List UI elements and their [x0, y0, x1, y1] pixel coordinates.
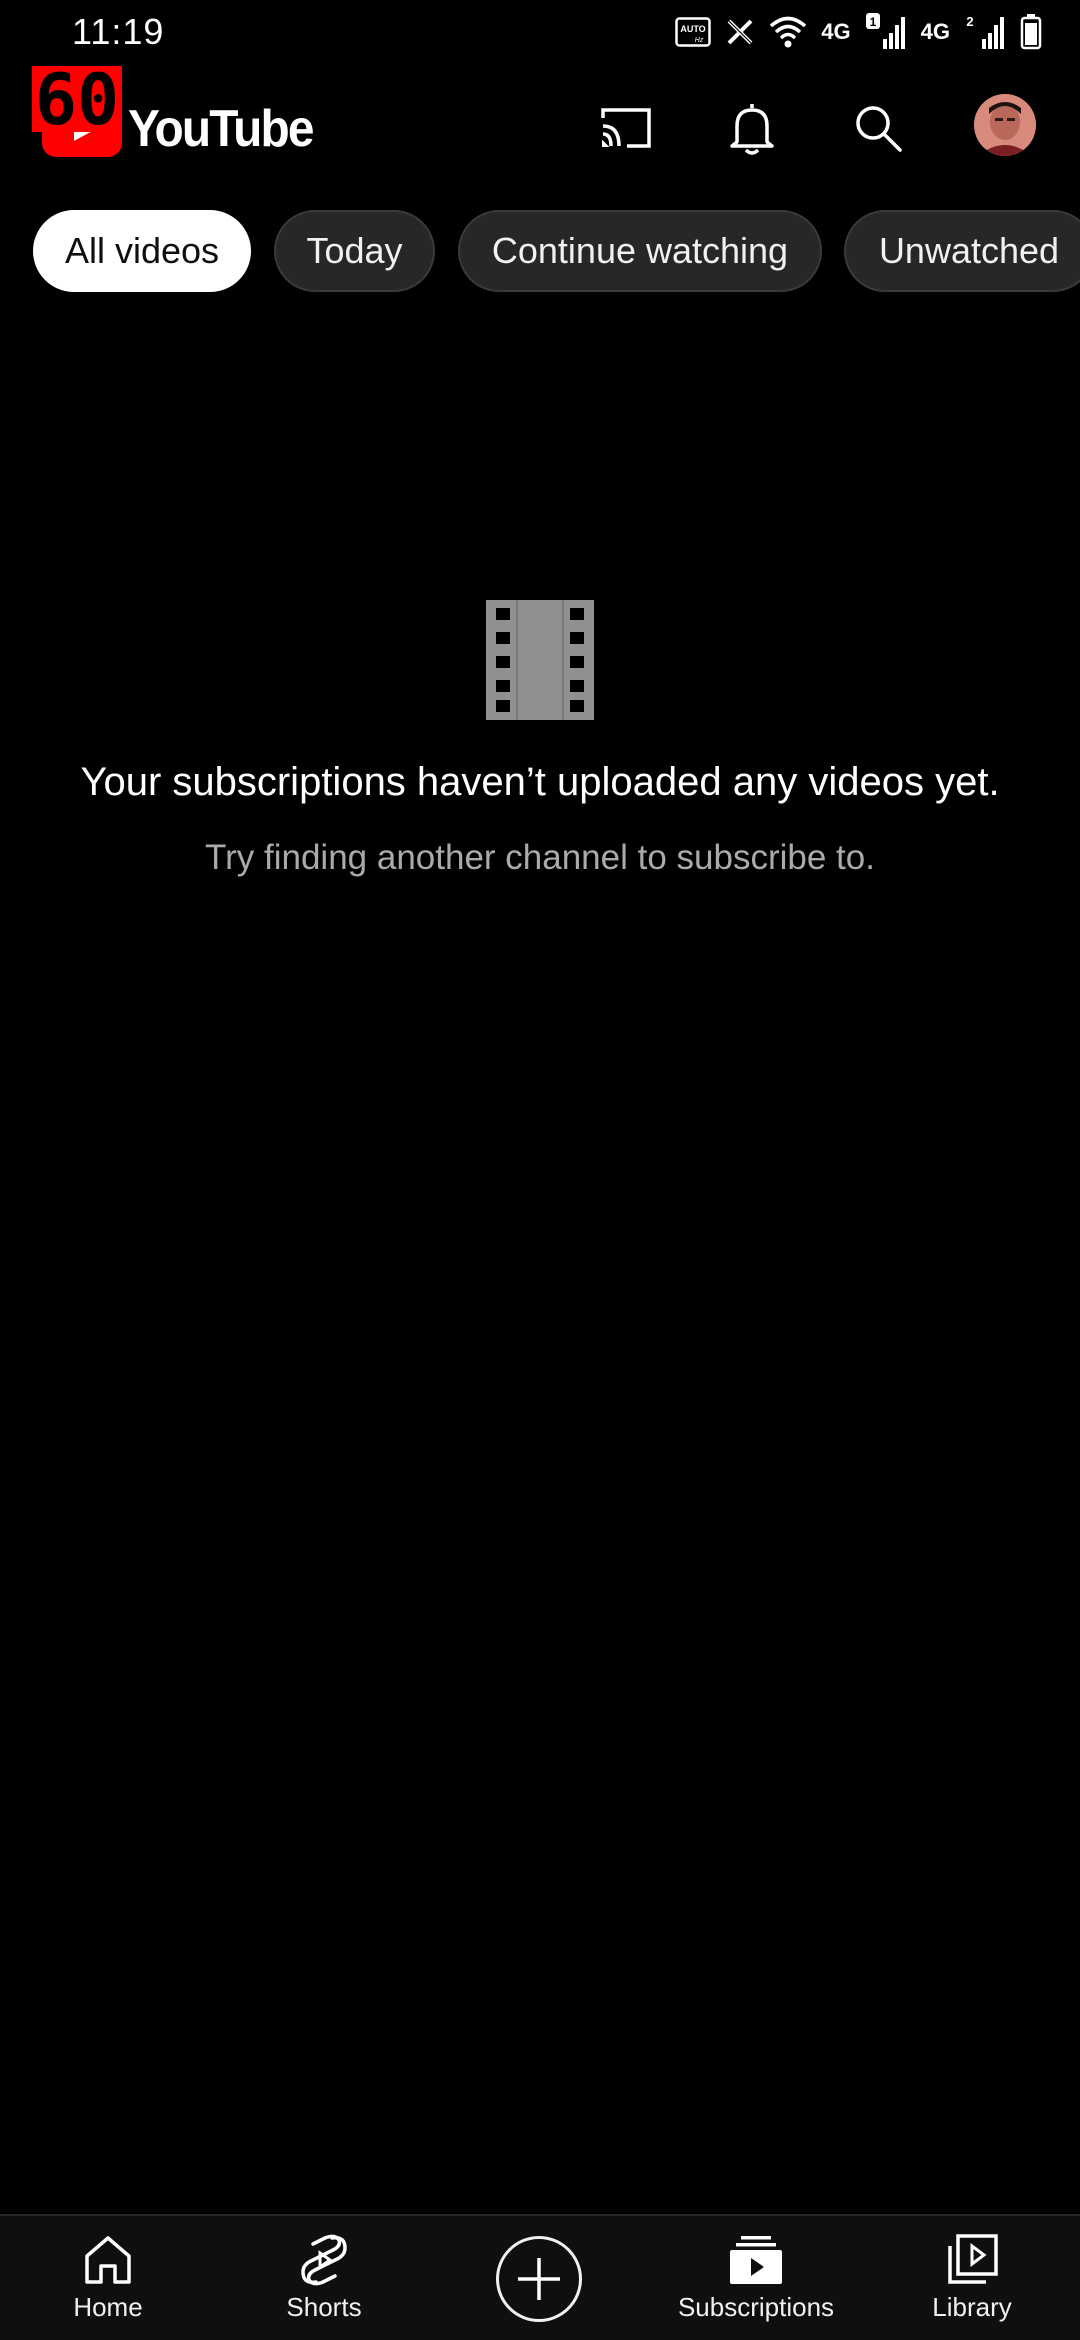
nav-home-label: Home — [73, 2292, 143, 2322]
search-icon — [856, 106, 902, 152]
filter-chips: All videos Today Continue watching Unwat… — [0, 210, 1080, 294]
nav-library-label: Library — [932, 2292, 1012, 2322]
nav-subscriptions[interactable]: Subscriptions — [666, 2234, 846, 2340]
account-avatar[interactable] — [974, 94, 1036, 156]
bell-icon — [730, 104, 774, 155]
app-header: YouTube — [0, 80, 1080, 176]
chip-today[interactable]: Today — [274, 210, 435, 292]
nav-library[interactable]: Library — [914, 2234, 1030, 2340]
subscriptions-icon — [730, 2236, 782, 2284]
signal-sim1-icon: 1 — [865, 13, 905, 49]
chip-all-videos[interactable]: All videos — [33, 210, 251, 292]
network-type-2: 4G — [920, 19, 950, 44]
notifications-button[interactable] — [720, 96, 784, 160]
bottom-navigation: Home Shorts Subscriptions Library — [0, 2214, 1080, 2340]
wifi-icon — [770, 16, 807, 48]
search-button[interactable] — [846, 96, 910, 160]
film-icon — [486, 600, 594, 720]
cast-icon — [601, 108, 651, 148]
svg-text:AUTO: AUTO — [681, 24, 706, 34]
nav-shorts[interactable]: Shorts — [266, 2234, 382, 2340]
svg-text:60: 60 — [35, 66, 119, 132]
nav-subscriptions-label: Subscriptions — [677, 2292, 835, 2322]
svg-text:2: 2 — [966, 14, 973, 29]
status-bar: 11:19 AUTO Hz 4G 1 4G 2 — [0, 0, 1080, 66]
empty-state-subtitle: Try finding another channel to subscribe… — [205, 838, 875, 877]
overlay-60-badge-icon: 60 — [32, 66, 122, 132]
create-button[interactable] — [496, 2236, 582, 2322]
chip-continue-watching[interactable]: Continue watching — [458, 210, 822, 292]
create-icon — [518, 2258, 560, 2300]
shorts-icon — [301, 2234, 347, 2286]
empty-state-title: Your subscriptions haven’t uploaded any … — [80, 760, 1000, 804]
youtube-logo-text: YouTube — [128, 100, 314, 158]
chip-unwatched[interactable]: Unwatched — [844, 210, 1080, 292]
nav-shorts-label: Shorts — [286, 2292, 362, 2322]
nav-home[interactable]: Home — [50, 2234, 166, 2340]
avatar-icon — [974, 94, 1036, 156]
cast-button[interactable] — [594, 96, 658, 160]
battery-icon — [1020, 14, 1042, 50]
auto-hz-icon: AUTO Hz — [675, 17, 712, 47]
status-icons: AUTO Hz 4G 1 4G 2 — [675, 12, 1042, 52]
network-type-1: 4G — [821, 19, 851, 44]
x-app-icon — [727, 19, 753, 45]
svg-text:1: 1 — [869, 15, 876, 29]
status-time: 11:19 — [72, 11, 165, 52]
svg-text:Hz: Hz — [695, 37, 704, 44]
library-icon — [948, 2234, 998, 2284]
signal-sim2-icon: 2 — [966, 14, 1004, 49]
home-icon — [85, 2236, 131, 2284]
